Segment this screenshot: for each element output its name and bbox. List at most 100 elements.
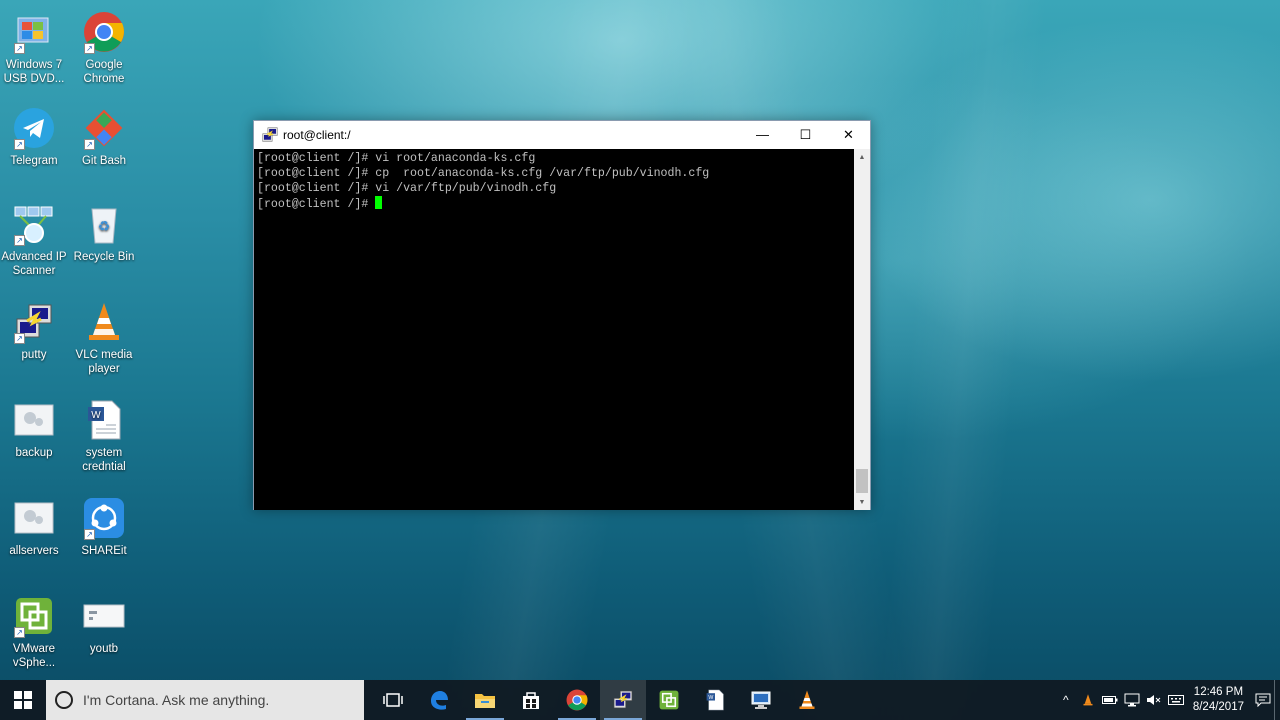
desktop-icon-label: VLC media player <box>75 349 133 375</box>
desktop-icon-shareit[interactable]: ↗ SHAREit <box>70 490 138 558</box>
taskbar-putty[interactable] <box>600 680 646 720</box>
taskbar-store[interactable] <box>508 680 554 720</box>
remote-desktop-icon <box>751 691 771 709</box>
putty-icon <box>613 690 633 709</box>
scroll-up-arrow-icon[interactable]: ▲ <box>854 149 870 165</box>
taskbar-edge[interactable] <box>416 680 462 720</box>
desktop-icon-label: VMware vSphe... <box>12 643 56 669</box>
putty-icon <box>261 126 279 144</box>
desktop-icon-git-bash[interactable]: ↗ Git Bash <box>70 100 138 168</box>
desktop-icon-advanced-ip-scanner[interactable]: ↗ Advanced IP Scanner <box>0 196 68 278</box>
clock-date: 8/24/2017 <box>1192 701 1244 713</box>
keyboard-icon[interactable] <box>1165 680 1187 720</box>
vlc-tray-icon[interactable] <box>1077 680 1099 720</box>
word-icon: W <box>706 689 724 711</box>
vmware-vsphere-icon <box>659 690 679 710</box>
desktop-icon-label: system credntial <box>82 447 126 473</box>
desktop-icon-label: allservers <box>9 545 59 557</box>
chrome-icon <box>566 689 588 711</box>
desktop-icon-label: Recycle Bin <box>73 251 135 263</box>
taskbar-file-explorer[interactable] <box>462 680 508 720</box>
word-document-icon: W <box>82 398 126 442</box>
desktop-icon-google-chrome[interactable]: ↗ Google Chrome <box>70 4 138 86</box>
taskbar-vmware[interactable] <box>646 680 692 720</box>
show-desktop-button[interactable] <box>1274 680 1280 720</box>
window-titlebar[interactable]: root@client:/ — ☐ ✕ <box>254 121 870 148</box>
scrollbar-thumb[interactable] <box>856 469 868 493</box>
window-title: root@client:/ <box>283 127 351 142</box>
maximize-button[interactable]: ☐ <box>784 121 827 148</box>
desktop-icon-windows7-usb[interactable]: ↗ Windows 7 USB DVD... <box>0 4 68 86</box>
battery-icon[interactable] <box>1099 680 1121 720</box>
desktop-icon-grid: ↗ Windows 7 USB DVD... ↗ Google Chrome ↗… <box>0 0 140 680</box>
taskbar-remote-desktop[interactable] <box>738 680 784 720</box>
terminal-output[interactable]: [root@client /]# vi root/anaconda-ks.cfg… <box>254 149 854 510</box>
ip-scanner-icon: ↗ <box>12 202 56 246</box>
terminal-prompt-line: [root@client /]# <box>257 196 851 211</box>
desktop-icon-label: putty <box>21 349 47 361</box>
cortana-search-box[interactable]: I'm Cortana. Ask me anything. <box>46 680 364 720</box>
usb-dvd-tool-icon: ↗ <box>12 10 56 54</box>
edge-icon <box>431 691 448 710</box>
action-center-icon[interactable] <box>1252 680 1274 720</box>
cortana-icon <box>55 691 73 709</box>
terminal-line: [root@client /]# vi root/anaconda-ks.cfg <box>257 152 536 165</box>
volume-muted-icon[interactable] <box>1143 680 1165 720</box>
putty-icon: ↗ <box>12 300 56 344</box>
desktop-icon-label: Telegram <box>10 155 58 167</box>
desktop-icon-label: SHAREit <box>81 545 127 557</box>
terminal-prompt: [root@client /]# <box>257 198 376 211</box>
taskbar-vlc[interactable] <box>784 680 830 720</box>
scroll-down-arrow-icon[interactable]: ▼ <box>854 494 870 510</box>
vmware-vsphere-icon: ↗ <box>12 594 56 638</box>
shortcut-file-icon <box>12 398 56 442</box>
start-button[interactable] <box>0 680 46 720</box>
taskbar-chrome[interactable] <box>554 680 600 720</box>
minimize-button[interactable]: — <box>741 121 784 148</box>
desktop-icon-label: youtb <box>89 643 119 655</box>
desktop-icon-label: Advanced IP Scanner <box>1 251 67 277</box>
taskbar-task-view[interactable] <box>370 680 416 720</box>
system-tray: ^ 12:46 PM 8/24/2017 <box>1055 680 1280 720</box>
desktop-icon-allservers[interactable]: allservers <box>0 490 68 558</box>
terminal-line: [root@client /]# cp root/anaconda-ks.cfg… <box>257 167 710 180</box>
network-icon[interactable] <box>1121 680 1143 720</box>
close-button[interactable]: ✕ <box>827 121 870 148</box>
clock-time: 12:46 PM <box>1193 686 1244 698</box>
putty-terminal-window[interactable]: root@client:/ — ☐ ✕ [root@client /]# vi … <box>253 120 871 510</box>
desktop-icon-label: backup <box>15 447 53 459</box>
taskbar-word[interactable]: W <box>692 680 738 720</box>
vertical-scrollbar[interactable]: ▲ ▼ <box>854 149 870 510</box>
desktop-icon-vlc[interactable]: VLC media player <box>70 294 138 376</box>
desktop-icon-youtb[interactable]: youtb <box>70 588 138 656</box>
show-hidden-icons-chevron-icon[interactable]: ^ <box>1055 680 1077 720</box>
desktop-icon-label: Git Bash <box>81 155 127 167</box>
search-placeholder: I'm Cortana. Ask me anything. <box>83 692 270 708</box>
vlc-icon <box>82 300 126 344</box>
git-bash-icon: ↗ <box>82 106 126 150</box>
desktop-icon-backup[interactable]: backup <box>0 392 68 460</box>
shortcut-file-icon <box>12 496 56 540</box>
desktop-icon-telegram[interactable]: ↗ Telegram <box>0 100 68 168</box>
taskbar-clock[interactable]: 12:46 PM 8/24/2017 <box>1187 685 1252 715</box>
svg-text:♻: ♻ <box>98 218 111 234</box>
windows-logo-icon <box>14 691 32 709</box>
shareit-icon: ↗ <box>82 496 126 540</box>
recycle-bin-icon: ♻ <box>82 202 126 246</box>
desktop-icon-recycle-bin[interactable]: ♻ Recycle Bin <box>70 196 138 264</box>
desktop-icon-system-credential[interactable]: W system credntial <box>70 392 138 474</box>
taskbar: I'm Cortana. Ask me anything. W ^ 12:46 … <box>0 680 1280 720</box>
desktop-icon-vmware-vsphere[interactable]: ↗ VMware vSphe... <box>0 588 68 670</box>
desktop-icon-label: Windows 7 USB DVD... <box>3 59 65 85</box>
file-explorer-icon <box>475 694 495 708</box>
vlc-icon <box>799 690 815 709</box>
terminal-line: [root@client /]# vi /var/ftp/pub/vinodh.… <box>257 182 557 195</box>
svg-text:W: W <box>91 410 101 421</box>
telegram-icon: ↗ <box>12 106 56 150</box>
taskbar-pinned-apps: W <box>370 680 830 720</box>
text-file-icon <box>82 594 126 638</box>
chrome-icon: ↗ <box>82 10 126 54</box>
task-view-icon <box>383 693 403 707</box>
terminal-cursor <box>375 196 383 209</box>
desktop-icon-putty[interactable]: ↗ putty <box>0 294 68 362</box>
